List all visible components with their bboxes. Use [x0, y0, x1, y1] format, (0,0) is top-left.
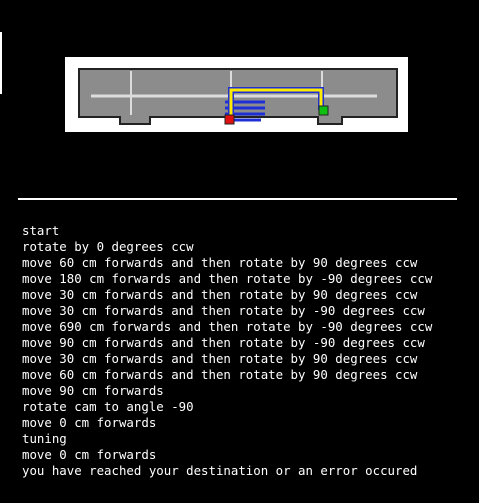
log-line: tuning [22, 431, 67, 446]
log-line: move 0 cm forwards [22, 447, 157, 462]
end-marker-icon [318, 105, 329, 116]
log-line: move 60 cm forwards and then rotate by 9… [22, 255, 418, 270]
log-line: move 60 cm forwards and then rotate by 9… [22, 367, 418, 382]
log-line: move 90 cm forwards and then rotate by -… [22, 335, 425, 350]
log-line: move 30 cm forwards and then rotate by 9… [22, 287, 418, 302]
divider [18, 198, 457, 200]
log-line: move 690 cm forwards and then rotate by … [22, 319, 433, 334]
log-line: rotate by 0 degrees ccw [22, 239, 194, 254]
log-line: start [22, 223, 60, 238]
log-line: move 0 cm forwards [22, 415, 157, 430]
start-marker-icon [224, 114, 235, 125]
log-line: move 180 cm forwards and then rotate by … [22, 271, 433, 286]
log-line: rotate cam to angle -90 [22, 399, 194, 414]
floor-map-graphic [78, 68, 398, 125]
command-log: start rotate by 0 degrees ccw move 60 cm… [22, 223, 432, 479]
log-line: move 30 cm forwards and then rotate by -… [22, 303, 425, 318]
log-line: move 90 cm forwards [22, 383, 164, 398]
left-edge-marker [0, 32, 2, 94]
floor-map [65, 57, 408, 132]
log-line: move 30 cm forwards and then rotate by 9… [22, 351, 418, 366]
log-line: you have reached your destination or an … [22, 463, 418, 478]
